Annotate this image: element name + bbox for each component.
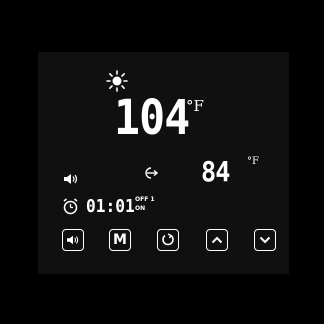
current-unit: °F — [247, 156, 259, 167]
mode-button-label: M — [113, 232, 127, 248]
sound-button[interactable] — [62, 229, 84, 251]
timer-display: 01:01 — [86, 196, 135, 217]
sun-icon — [106, 70, 128, 92]
timer-on-label: ON — [135, 205, 146, 212]
current-temperature: 84 — [201, 155, 230, 188]
arrow-in-icon — [145, 167, 158, 179]
setpoint-unit: °F — [186, 97, 204, 115]
chevron-up-icon — [211, 236, 223, 244]
alarm-clock-icon — [63, 198, 78, 215]
up-button[interactable] — [206, 229, 228, 251]
speaker-icon — [67, 235, 79, 245]
timer-off-label: OFF 1 — [135, 196, 155, 203]
chevron-down-icon — [259, 236, 271, 244]
down-button[interactable] — [254, 229, 276, 251]
mode-button[interactable]: M — [109, 229, 131, 251]
power-button[interactable] — [157, 229, 179, 251]
speaker-icon — [64, 174, 78, 184]
refresh-icon — [162, 233, 174, 246]
setpoint-temperature: 104 — [114, 90, 190, 146]
